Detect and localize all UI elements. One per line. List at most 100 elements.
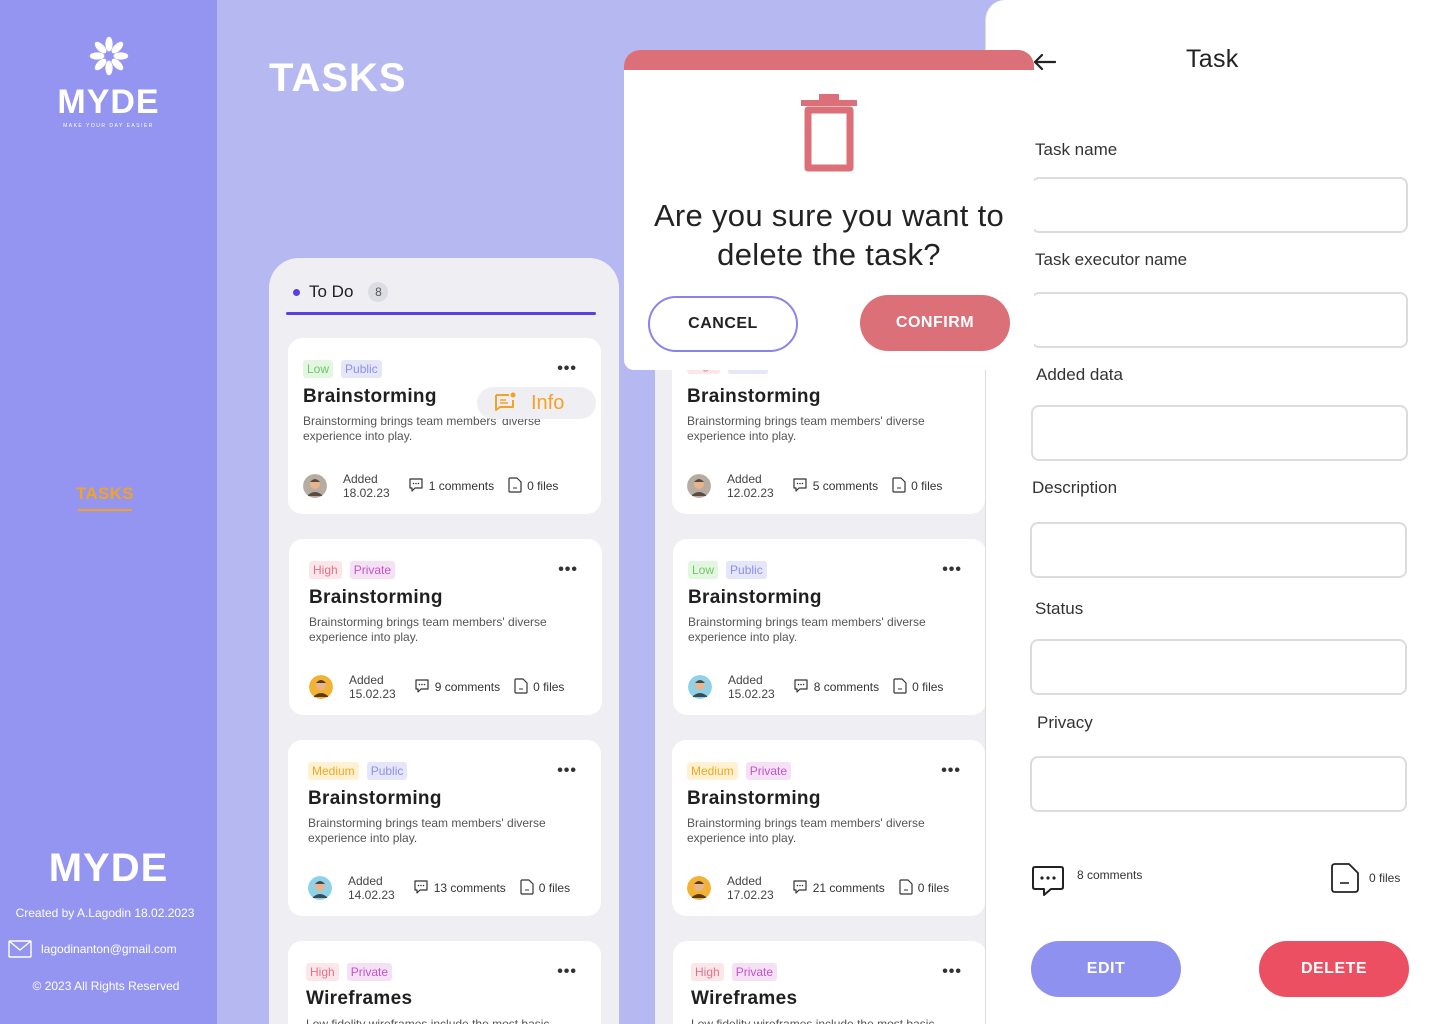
card-comments[interactable]: 13 comments bbox=[413, 879, 506, 898]
card-tags: High Private bbox=[306, 963, 393, 981]
privacy-input[interactable] bbox=[1030, 756, 1407, 812]
card-files[interactable]: 0 files bbox=[514, 677, 565, 697]
more-options-icon[interactable]: ••• bbox=[558, 561, 578, 579]
delete-confirm-modal: Are you sure you want to delete the task… bbox=[624, 50, 1034, 370]
card-footer: Added 15.02.23 8 comments 0 files bbox=[688, 673, 972, 701]
files-count: 0 files bbox=[527, 479, 559, 493]
delete-button[interactable]: DELETE bbox=[1259, 941, 1409, 997]
info-button[interactable]: Info bbox=[477, 387, 596, 419]
task-card[interactable]: High Private ••• Brainstorming Brainstorming… bbox=[289, 539, 602, 715]
task-card[interactable]: Low Public ••• Brainstorming Brainstorming b… bbox=[673, 539, 986, 715]
description-input[interactable] bbox=[1030, 522, 1407, 578]
card-description: Brainstorming brings team members' diver… bbox=[687, 414, 925, 443]
email-text: lagodinanton@gmail.com bbox=[41, 942, 177, 956]
task-card[interactable]: Low Public ••• Brainstorming Brainstorming b… bbox=[288, 338, 601, 514]
column-header-todo[interactable]: To Do 8 bbox=[293, 282, 389, 302]
email-link[interactable]: lagodinanton@gmail.com bbox=[8, 940, 177, 958]
comment-icon bbox=[793, 678, 809, 697]
card-tags: Low Public bbox=[303, 360, 382, 378]
card-comments[interactable]: 9 comments bbox=[414, 678, 500, 697]
privacy-badge: Private bbox=[349, 561, 396, 579]
edit-button[interactable]: EDIT bbox=[1031, 941, 1181, 997]
priority-badge: Medium bbox=[687, 762, 738, 780]
card-footer: Added 15.02.23 9 comments 0 files bbox=[309, 673, 588, 701]
card-description: Low fidelity wireframes include the most… bbox=[306, 1017, 550, 1024]
back-arrow-icon[interactable] bbox=[1032, 52, 1056, 72]
task-card[interactable]: Medium Private ••• Brainstorming Brainstormi… bbox=[672, 740, 985, 916]
privacy-badge: Private bbox=[731, 963, 778, 981]
card-tags: Low Public bbox=[688, 561, 767, 579]
comments-count: 5 comments bbox=[812, 479, 879, 493]
modal-question: Are you sure you want to delete the task… bbox=[653, 198, 1005, 272]
card-files[interactable]: 0 files bbox=[899, 878, 949, 898]
logo[interactable]: MYDE MAKE YOUR DAY EASIER bbox=[0, 34, 217, 131]
comment-icon bbox=[414, 678, 430, 697]
file-icon bbox=[508, 476, 522, 496]
card-comments[interactable]: 5 comments bbox=[792, 477, 878, 496]
files-count: 0 files bbox=[533, 680, 565, 694]
files-count: 0 files bbox=[912, 680, 944, 694]
task-card[interactable]: High Private ••• Wireframes Low fidelity wir… bbox=[288, 941, 601, 1024]
card-files[interactable]: 0 files bbox=[508, 476, 559, 496]
avatar bbox=[303, 474, 327, 498]
file-icon bbox=[892, 476, 906, 496]
added-info: Added 12.02.23 bbox=[727, 472, 774, 500]
comment-icon bbox=[792, 477, 808, 496]
panel-files[interactable]: 0 files bbox=[1329, 862, 1400, 894]
card-files[interactable]: 0 files bbox=[520, 878, 570, 898]
added-label: Added bbox=[727, 472, 762, 486]
added-label: Added bbox=[727, 874, 762, 888]
card-comments[interactable]: 21 comments bbox=[792, 879, 885, 898]
comment-icon bbox=[1032, 866, 1064, 896]
footer-brand: MYDE bbox=[48, 846, 169, 890]
executor-label: Task executor name bbox=[1035, 250, 1188, 269]
added-data-label: Added data bbox=[1036, 365, 1123, 384]
card-title: Brainstorming bbox=[688, 587, 822, 608]
privacy-label: Privacy bbox=[1037, 713, 1093, 732]
more-options-icon[interactable]: ••• bbox=[942, 963, 962, 981]
task-card[interactable]: Medium Public ••• Brainstorming Brainstormin… bbox=[288, 740, 601, 916]
card-description: Brainstorming brings team members' diver… bbox=[688, 615, 926, 644]
more-options-icon[interactable]: ••• bbox=[941, 762, 961, 780]
status-input[interactable] bbox=[1030, 639, 1407, 695]
card-description: Brainstorming brings team members' diver… bbox=[308, 816, 546, 845]
card-description: Brainstorming brings team members' diver… bbox=[309, 615, 547, 644]
task-card[interactable]: High Private ••• Wireframes Low fidelity wir… bbox=[673, 941, 986, 1024]
more-options-icon[interactable]: ••• bbox=[557, 963, 577, 981]
privacy-badge: Public bbox=[341, 360, 382, 378]
privacy-badge: Private bbox=[346, 963, 393, 981]
task-name-input[interactable] bbox=[1031, 177, 1408, 233]
column-underline bbox=[286, 312, 596, 315]
card-files[interactable]: 0 files bbox=[893, 677, 944, 697]
cancel-button[interactable]: CANCEL bbox=[648, 296, 798, 352]
added-info: Added 14.02.23 bbox=[348, 874, 395, 902]
card-title: Wireframes bbox=[306, 988, 413, 1009]
card-files[interactable]: 0 files bbox=[892, 476, 942, 496]
comments-count: 8 comments bbox=[813, 680, 880, 694]
copyright: © 2023 All Rights Reserved bbox=[32, 979, 180, 993]
more-options-icon[interactable]: ••• bbox=[557, 360, 577, 378]
card-title: Brainstorming bbox=[308, 788, 442, 809]
priority-badge: Low bbox=[688, 561, 719, 579]
file-icon bbox=[514, 677, 528, 697]
priority-badge: High bbox=[309, 561, 342, 579]
confirm-button[interactable]: CONFIRM bbox=[860, 295, 1010, 351]
description-label: Description bbox=[1032, 478, 1118, 497]
card-footer: Added 18.02.23 1 comments 0 files bbox=[303, 472, 587, 500]
card-comments[interactable]: 1 comments bbox=[408, 477, 494, 496]
comments-count: 1 comments bbox=[428, 479, 495, 493]
file-icon bbox=[899, 878, 913, 898]
file-icon bbox=[1331, 863, 1359, 893]
panel-files-count: 0 files bbox=[1369, 871, 1401, 885]
added-label: Added bbox=[348, 874, 383, 888]
more-options-icon[interactable]: ••• bbox=[557, 762, 577, 780]
card-tags: Medium Private bbox=[687, 762, 792, 780]
added-data-input[interactable] bbox=[1031, 405, 1408, 461]
flower-logo-icon bbox=[89, 36, 128, 76]
panel-comments[interactable]: 8 comments bbox=[1031, 864, 1142, 898]
card-comments[interactable]: 8 comments bbox=[793, 678, 879, 697]
more-options-icon[interactable]: ••• bbox=[942, 561, 962, 579]
panel-title: Task bbox=[1186, 45, 1239, 73]
nav-item-tasks[interactable]: TASKS bbox=[76, 484, 134, 511]
executor-input[interactable] bbox=[1031, 292, 1408, 348]
